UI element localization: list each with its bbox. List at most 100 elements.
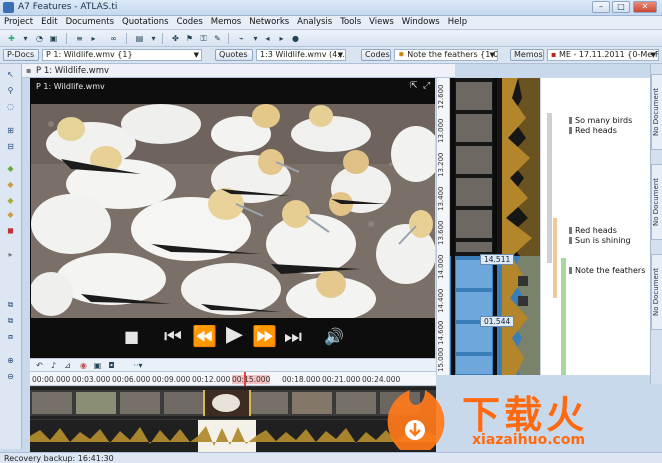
margin-code[interactable]: Sun is shining bbox=[569, 236, 631, 245]
menu-quotations[interactable]: Quotations bbox=[118, 16, 173, 27]
menu-project[interactable]: Project bbox=[0, 16, 37, 27]
vertical-ruler[interactable]: 12.600 13.000 13.200 13.400 13.600 14.00… bbox=[436, 78, 450, 375]
timeline-waveform[interactable] bbox=[30, 420, 436, 452]
forward-nav-icon[interactable]: ▸ bbox=[276, 33, 287, 44]
margin-area: So many birds Red heads Red heads Sun is… bbox=[540, 78, 650, 375]
code-bar-green[interactable] bbox=[561, 258, 566, 375]
side-tab-no-document[interactable]: No Document bbox=[651, 254, 662, 330]
tool3-icon[interactable]: ⚿ bbox=[198, 33, 209, 44]
code-yellow-icon[interactable]: ◆ bbox=[5, 196, 16, 205]
quote-select[interactable]: 1:3 Wildlife.wmv (4... ▼ bbox=[256, 49, 346, 61]
camera-icon[interactable]: ◘ bbox=[106, 360, 117, 371]
link-icon[interactable]: ▸ bbox=[88, 33, 99, 44]
minimize-button[interactable]: – bbox=[592, 1, 610, 13]
menu-edit[interactable]: Edit bbox=[37, 16, 61, 27]
export-icon[interactable]: ▤ bbox=[134, 33, 145, 44]
ruler-tick: 00:21.000 bbox=[322, 375, 361, 384]
tool2-icon[interactable]: ⚑ bbox=[184, 33, 195, 44]
menu-analysis[interactable]: Analysis bbox=[293, 16, 336, 27]
collapse-arrow-icon[interactable]: ▸ bbox=[5, 250, 16, 259]
binoculars-icon[interactable]: ∞ bbox=[108, 33, 119, 44]
tool1-icon[interactable]: ✤ bbox=[170, 33, 181, 44]
snap-icon[interactable]: ⊿ bbox=[62, 360, 73, 371]
memo-select[interactable]: ▪ ME - 17.11.2011 {0-Me-F} ▼ bbox=[547, 49, 659, 61]
bomb-icon[interactable]: ● bbox=[290, 33, 301, 44]
stop-icon[interactable]: ■ bbox=[124, 327, 139, 346]
code-orange-icon[interactable]: ◆ bbox=[5, 180, 16, 189]
menu-help[interactable]: Help bbox=[444, 16, 471, 27]
margin-code[interactable]: So many birds bbox=[569, 116, 632, 125]
expand-icon[interactable]: ⇱ bbox=[410, 81, 418, 91]
playhead[interactable] bbox=[244, 372, 246, 386]
back-icon[interactable]: ◂ bbox=[262, 33, 273, 44]
timeline-options-dropdown[interactable]: ··▾ bbox=[126, 360, 150, 371]
zoom-icon[interactable]: ⚲ bbox=[5, 86, 16, 95]
record-icon[interactable]: ◉ bbox=[78, 360, 89, 371]
pdoc-select[interactable]: P 1: Wildlife.wmv {1} ▼ bbox=[42, 49, 202, 61]
ruler-tick: 00:12.000 bbox=[192, 375, 231, 384]
undo-icon[interactable]: ↶ bbox=[34, 360, 45, 371]
select-icon[interactable]: ↖ bbox=[5, 70, 16, 79]
pdocs-button[interactable]: P-Docs bbox=[3, 49, 39, 61]
menu-memos[interactable]: Memos bbox=[207, 16, 245, 27]
timeline-thumbnails[interactable] bbox=[30, 386, 436, 420]
menu-networks[interactable]: Networks bbox=[245, 16, 293, 27]
video-frame[interactable] bbox=[31, 104, 435, 318]
pin-icon[interactable]: ▪ bbox=[26, 66, 31, 75]
link-tool-icon[interactable]: ⧉ bbox=[5, 300, 16, 309]
code-select[interactable]: ✸ Note the feathers {1-0 ▼ bbox=[394, 49, 498, 61]
quotes-button[interactable]: Quotes bbox=[215, 49, 253, 61]
code-tool2-icon[interactable]: ⊟ bbox=[5, 142, 16, 151]
clip-icon[interactable]: ▣ bbox=[92, 360, 103, 371]
vruler-tick: 13.200 bbox=[437, 152, 445, 178]
menu-views[interactable]: Views bbox=[365, 16, 398, 27]
chat-icon[interactable]: ◔ bbox=[34, 33, 45, 44]
doc-icon[interactable]: ≡ bbox=[74, 33, 85, 44]
comment-icon[interactable]: ◌ bbox=[5, 102, 16, 111]
next-icon[interactable]: ⏭ bbox=[284, 324, 302, 348]
margin-code[interactable]: Red heads bbox=[569, 126, 617, 135]
dropdown-icon[interactable]: ▾ bbox=[148, 33, 159, 44]
zoom-out-icon[interactable]: ⊖ bbox=[5, 372, 16, 381]
memo-icon: ▪ bbox=[551, 50, 559, 59]
close-button[interactable]: ✕ bbox=[633, 1, 657, 13]
margin-code[interactable]: Note the feathers bbox=[569, 266, 645, 275]
menu-tools[interactable]: Tools bbox=[336, 16, 365, 27]
code-green-icon[interactable]: ◆ bbox=[5, 164, 16, 173]
wand-icon[interactable]: ⌁ bbox=[236, 33, 247, 44]
code-bar-orange[interactable] bbox=[553, 218, 557, 298]
prev-icon[interactable]: ⏮ bbox=[164, 324, 182, 348]
margin-code[interactable]: Red heads bbox=[569, 226, 617, 235]
tools-dropdown-icon[interactable]: ▾ bbox=[250, 33, 261, 44]
marker-a[interactable]: 14.511 bbox=[480, 254, 515, 265]
open-icon[interactable]: ▾ bbox=[20, 33, 31, 44]
volume-icon[interactable]: 🔊 bbox=[324, 327, 344, 346]
menu-codes[interactable]: Codes bbox=[173, 16, 207, 27]
save-icon[interactable]: ▣ bbox=[48, 33, 59, 44]
timeline-ruler[interactable]: 00:00.000 00:03.000 00:06.000 00:09.000 … bbox=[30, 372, 436, 386]
tool4-icon[interactable]: ✎ bbox=[212, 33, 223, 44]
code-tool-icon[interactable]: ⊞ bbox=[5, 126, 16, 135]
code-bar-grey[interactable] bbox=[547, 113, 552, 263]
play-icon[interactable]: ▶ bbox=[226, 322, 243, 347]
code-orange2-icon[interactable]: ◆ bbox=[5, 210, 16, 219]
side-tab-no-document[interactable]: No Document bbox=[651, 74, 662, 150]
zoom-in-icon[interactable]: ⊕ bbox=[5, 356, 16, 365]
menu-windows[interactable]: Windows bbox=[398, 16, 444, 27]
document-pane-header: ▪ P 1: Wildlife.wmv bbox=[22, 64, 455, 78]
new-icon[interactable]: ✚ bbox=[6, 33, 17, 44]
link-tool3-icon[interactable]: ⧈ bbox=[5, 332, 16, 341]
link-tool2-icon[interactable]: ⧉ bbox=[5, 316, 16, 325]
fullscreen-icon[interactable]: ⤢ bbox=[423, 81, 430, 91]
side-tab-no-document[interactable]: No Document bbox=[651, 164, 662, 240]
memo-tool-icon[interactable]: ◼ bbox=[5, 226, 16, 235]
audio-icon[interactable]: ♪ bbox=[48, 360, 59, 371]
memos-button[interactable]: Memos bbox=[510, 49, 544, 61]
rewind-icon[interactable]: ⏪ bbox=[192, 324, 217, 348]
forward-icon[interactable]: ⏩ bbox=[252, 324, 277, 348]
vertical-timeline[interactable]: 14.511 01.544 bbox=[450, 78, 540, 375]
codes-button[interactable]: Codes bbox=[361, 49, 391, 61]
marker-b[interactable]: 01.544 bbox=[480, 316, 515, 327]
menu-documents[interactable]: Documents bbox=[62, 16, 118, 27]
maximize-button[interactable]: □ bbox=[612, 1, 630, 13]
